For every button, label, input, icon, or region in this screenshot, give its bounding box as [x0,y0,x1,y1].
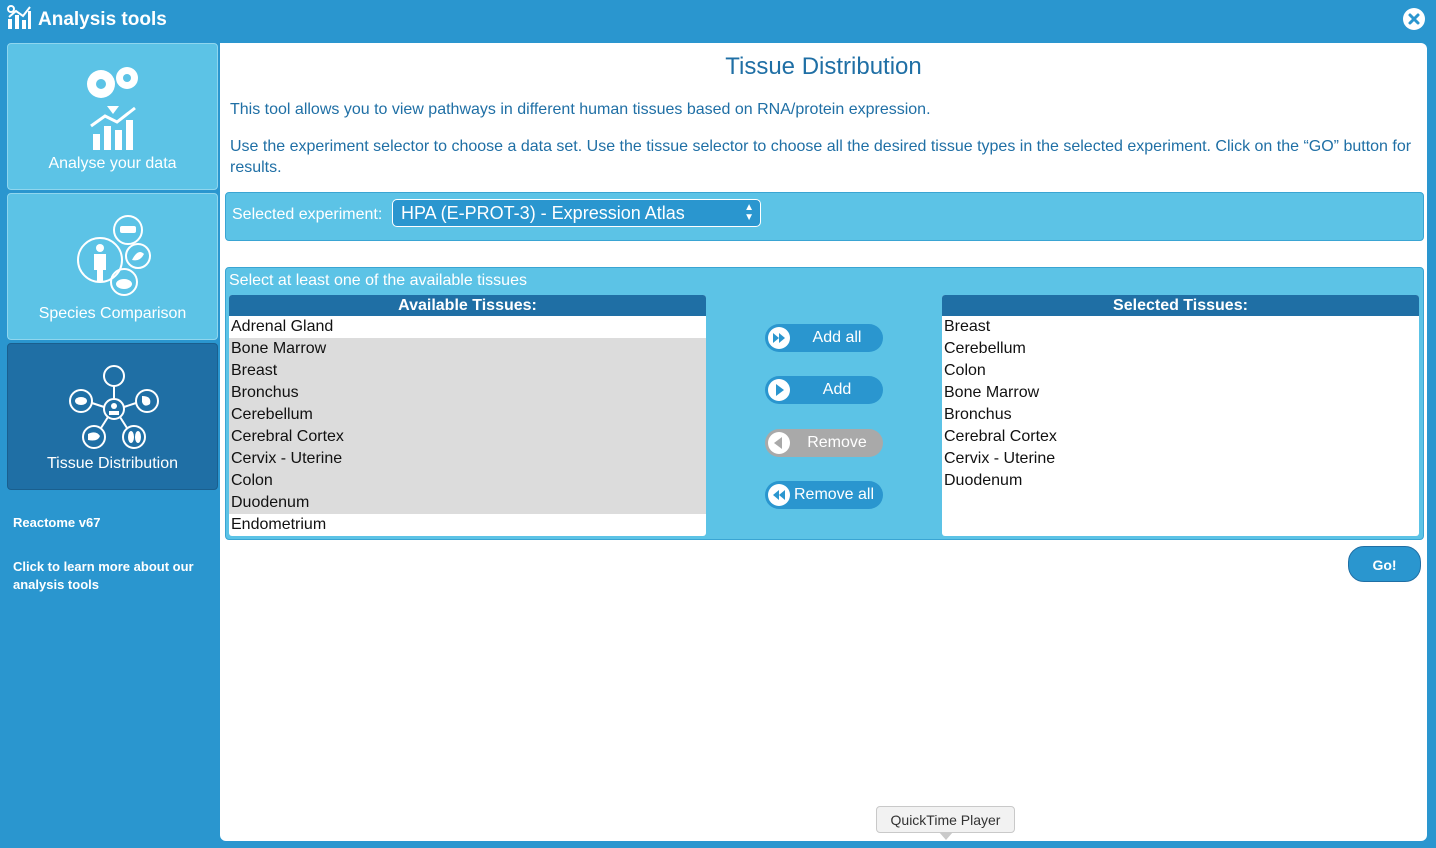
tissue-network-icon [69,365,159,449]
sidebar-tab-label: Species Comparison [38,305,187,322]
main-content: Tissue Distribution This tool allows you… [220,43,1427,841]
add-button[interactable]: Add [765,376,883,404]
arrow-right-icon [768,379,790,401]
list-item[interactable]: Cerebral Cortex [229,426,706,448]
list-item[interactable]: Cerebellum [229,404,706,426]
tooltip-arrow [939,832,953,840]
list-item[interactable]: Adrenal Gland [229,316,706,338]
learn-more-link[interactable]: Click to learn more about our analysis t… [13,558,213,594]
dock-tooltip: QuickTime Player [876,806,1015,833]
window-title: Analysis tools [38,9,167,30]
list-item[interactable]: Colon [229,470,706,492]
available-tissues-header: Available Tissues: [229,295,706,316]
arrow-left-icon [768,432,790,454]
title-bar: Analysis tools [0,0,1436,42]
list-item[interactable]: Cervix - Uterine [229,448,706,470]
tissue-hint: Select at least one of the available tis… [229,272,527,289]
sidebar-tab-label: Tissue Distribution [46,455,178,472]
double-arrow-right-icon [768,327,790,349]
list-item[interactable]: Cerebral Cortex [942,426,1419,448]
remove-all-label: Remove all [793,486,875,503]
list-item[interactable]: Bone Marrow [229,338,706,360]
description-instructions: Use the experiment selector to choose a … [230,138,1412,176]
list-item[interactable]: Cerebellum [942,338,1419,360]
list-item[interactable]: Bone Marrow [942,382,1419,404]
selected-tissues-list[interactable]: Selected Tissues: Breast Cerebellum Colo… [942,295,1419,536]
analysis-chart-icon [7,5,31,29]
experiment-label: Selected experiment: [232,206,383,223]
list-item[interactable]: Colon [942,360,1419,382]
add-label: Add [822,381,852,398]
sidebar-tab-label: Analyse your data [48,155,177,172]
description-intro: This tool allows you to view pathways in… [230,101,931,118]
experiment-select-value: HPA (E-PROT-3) - Expression Atlas [401,203,685,223]
close-button[interactable] [1403,8,1425,30]
version-label: Reactome v67 [13,515,101,530]
experiment-select[interactable]: HPA (E-PROT-3) - Expression Atlas ▲ ▼ [392,199,761,227]
species-icon [77,215,151,296]
selected-tissues-header: Selected Tissues: [942,295,1419,316]
experiment-panel: Selected experiment: HPA (E-PROT-3) - Ex… [225,192,1424,241]
list-item[interactable]: Duodenum [942,470,1419,492]
remove-all-button[interactable]: Remove all [765,481,883,509]
page-title: Tissue Distribution [725,53,922,80]
available-tissues-list[interactable]: Available Tissues: Adrenal Gland Bone Ma… [229,295,706,536]
list-item[interactable]: Bronchus [942,404,1419,426]
list-item[interactable]: Bronchus [229,382,706,404]
select-arrows-icon: ▲ ▼ [744,202,754,223]
sidebar-tab-analyse-data[interactable]: Analyse your data [7,43,218,190]
list-item[interactable]: Breast [942,316,1419,338]
go-button[interactable]: Go! [1348,546,1421,582]
gears-chart-icon [87,67,138,150]
list-item[interactable]: Duodenum [229,492,706,514]
close-icon [1404,9,1424,29]
sidebar-tab-tissue-distribution[interactable]: Tissue Distribution [7,343,218,490]
list-item[interactable]: Endometrium [229,514,706,536]
add-all-button[interactable]: Add all [765,324,883,352]
remove-label: Remove [807,434,867,451]
remove-button[interactable]: Remove [765,429,883,457]
list-item[interactable]: Breast [229,360,706,382]
sidebar-tab-species-comparison[interactable]: Species Comparison [7,193,218,340]
tissue-selector-panel: Select at least one of the available tis… [225,267,1424,540]
add-all-label: Add all [812,329,862,346]
list-item[interactable]: Cervix - Uterine [942,448,1419,470]
